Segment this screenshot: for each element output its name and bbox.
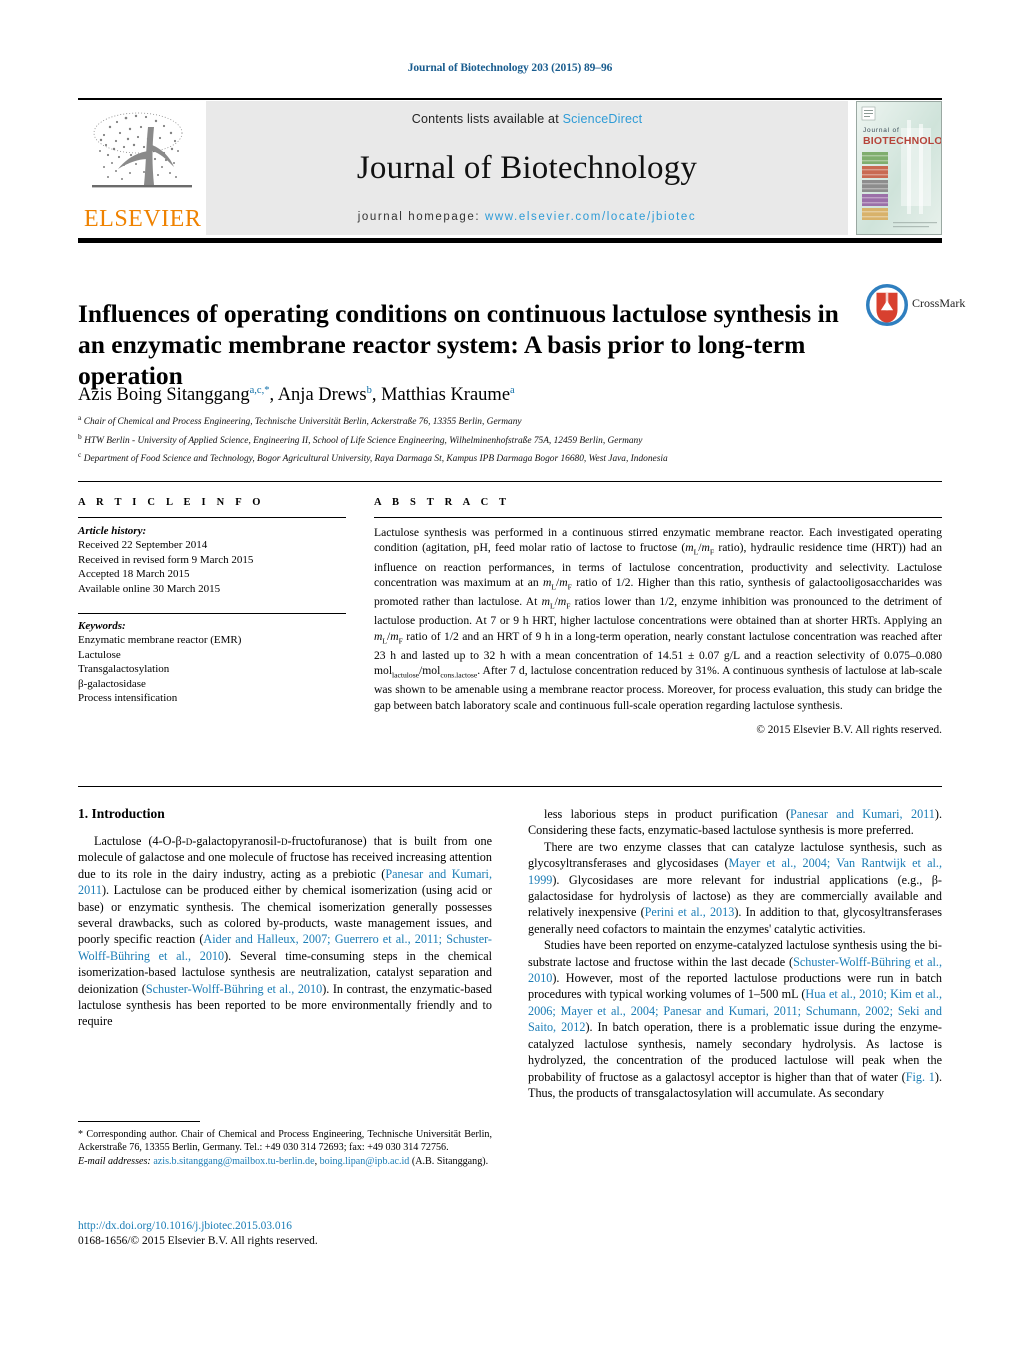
author-list: Azis Boing Sitangganga,c,*, Anja Drewsb,… (78, 385, 515, 406)
contents-lists-line: Contents lists available at ScienceDirec… (412, 112, 643, 126)
article-info-rule (78, 517, 346, 518)
keywords-block: Keywords: Enzymatic membrane reactor (EM… (78, 613, 346, 706)
intro-paragraph: less laborious steps in product purifica… (528, 807, 943, 838)
abstract-copyright: © 2015 Elsevier B.V. All rights reserved… (756, 723, 942, 736)
keyword-item: Process intensification (78, 692, 178, 704)
elsevier-tree-icon (92, 112, 192, 188)
section-heading-introduction: 1. Introduction (78, 806, 165, 821)
body-column-gap (492, 806, 528, 1101)
journal-homepage-line: journal homepage: www.elsevier.com/locat… (358, 211, 697, 223)
running-head: Journal of Biotechnology 203 (2015) 89–9… (407, 62, 613, 74)
affiliation-mark: b (78, 431, 82, 441)
keywords-label: Keywords: (78, 620, 126, 632)
article-first-page: Journal of Biotechnology 203 (2015) 89–9… (0, 0, 1020, 1351)
doi-link[interactable]: http://dx.doi.org/10.1016/j.jbiotec.2015… (78, 1219, 508, 1234)
footnote-block: * Corresponding author. Chair of Chemica… (78, 1128, 492, 1168)
keyword-item: Lactulose (78, 648, 121, 661)
page-title: Influences of operating conditions on co… (78, 299, 839, 391)
journal-title: Journal of Biotechnology (356, 150, 698, 186)
journal-masthead: ELSEVIER Contents lists available at Sci… (78, 101, 942, 235)
abstract-rule (374, 517, 942, 518)
article-history-item: Accepted 18 March 2015 (78, 568, 190, 580)
svg-text:Journal of: Journal of (863, 127, 900, 134)
body-column-left: 1. Introduction Lactulose (4-O-β-d-galac… (78, 806, 492, 1101)
corresponding-author-note: * Corresponding author. Chair of Chemica… (78, 1129, 492, 1154)
header-bottom-rule (78, 238, 942, 243)
affiliation-text: Chair of Chemical and Process Engineerin… (83, 417, 522, 428)
body-column-right: less laborious steps in product purifica… (528, 806, 942, 1101)
abstract-body: Lactulose synthesis was performed in a c… (374, 526, 942, 712)
column-gap (346, 497, 374, 736)
elsevier-wordmark: ELSEVIER (84, 206, 202, 232)
crossmark-icon (866, 284, 908, 326)
article-history-item: Received in revised form 9 March 2015 (78, 553, 254, 566)
affiliation-text: Department of Food Science and Technolog… (83, 454, 668, 465)
email-addresses-note[interactable]: E-mail addresses: azis.b.sitanggang@mail… (78, 1155, 492, 1168)
affiliation-mark: c (78, 450, 82, 460)
info-abstract-region: A R T I C L E I N F O Article history: R… (78, 497, 942, 736)
affiliation-item: b HTW Berlin - University of Applied Sci… (78, 430, 938, 449)
keyword-item: Enzymatic membrane reactor (EMR) (78, 634, 242, 646)
keyword-item: Transgalactosylation (78, 663, 170, 675)
affiliation-item: c Department of Food Science and Technol… (78, 448, 938, 467)
abstract-heading: A B S T R A C T (374, 497, 511, 508)
journal-header-center: Contents lists available at ScienceDirec… (206, 101, 848, 235)
homepage-url-link[interactable]: www.elsevier.com/locate/jbiotec (485, 211, 696, 223)
elsevier-logo: ELSEVIER (78, 101, 206, 235)
article-history-label: Article history: (78, 525, 147, 537)
doi-block: http://dx.doi.org/10.1016/j.jbiotec.2015… (78, 1219, 508, 1249)
article-history-item: Available online 30 March 2015 (78, 582, 221, 595)
keywords-rule (78, 613, 346, 614)
affiliation-list: a Chair of Chemical and Process Engineer… (78, 411, 938, 467)
info-abstract-top-rule (78, 481, 942, 482)
contents-prefix: Contents lists available at (411, 112, 559, 126)
crossmark-badge[interactable]: CrossMark (866, 282, 965, 330)
svg-text:BIOTECHNOLOGY: BIOTECHNOLOGY (863, 135, 941, 147)
article-info-heading: A R T I C L E I N F O (78, 497, 265, 508)
keyword-item: β-galactosidase (78, 677, 146, 690)
abstract-column: A B S T R A C T Lactulose synthesis was … (374, 497, 942, 736)
intro-paragraph: Studies have been reported on enzyme-cat… (528, 938, 942, 1100)
intro-paragraph: Lactulose (4-O-β-d-galactopyranosil-d-fr… (78, 834, 492, 1029)
footnote-rule (78, 1121, 200, 1122)
body-columns: 1. Introduction Lactulose (4-O-β-d-galac… (78, 806, 942, 1101)
crossmark-label: CrossMark (912, 296, 966, 310)
affiliation-item: a Chair of Chemical and Process Engineer… (78, 411, 938, 430)
cover-artwork: Journal of BIOTECHNOLOGY (857, 102, 941, 234)
intro-paragraph: There are two enzyme classes that can ca… (528, 839, 943, 936)
homepage-label: journal homepage: (357, 211, 481, 223)
body-top-rule (78, 786, 942, 787)
sciencedirect-link[interactable]: ScienceDirect (563, 112, 643, 126)
journal-cover-thumbnail: Journal of BIOTECHNOLOGY (856, 101, 942, 235)
header-top-rule (78, 98, 942, 100)
article-history-item: Received 22 September 2014 (78, 539, 208, 551)
article-info-column: A R T I C L E I N F O Article history: R… (78, 497, 346, 736)
issn-copyright-line: 0168-1656/© 2015 Elsevier B.V. All right… (78, 1235, 318, 1247)
affiliation-text: HTW Berlin - University of Applied Scien… (84, 435, 643, 446)
affiliation-mark: a (78, 413, 82, 422)
